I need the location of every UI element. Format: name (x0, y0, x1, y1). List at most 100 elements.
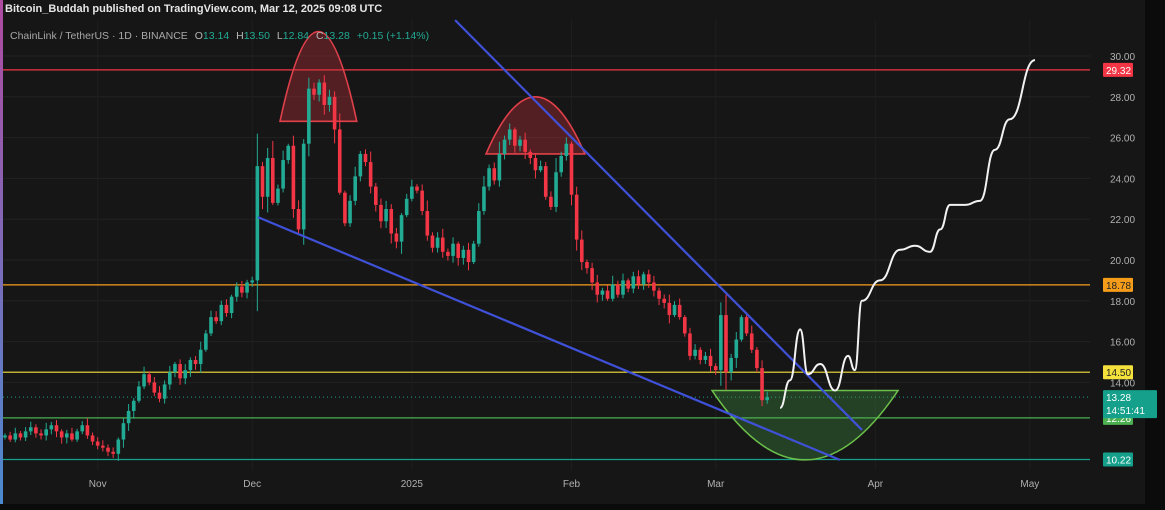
candle (126, 404, 131, 431)
candle (420, 184, 424, 216)
candle-body (523, 139, 527, 152)
candle (147, 371, 151, 386)
candle-body (569, 143, 574, 195)
candle (559, 151, 563, 177)
candle-body (173, 364, 177, 373)
top-arc-pattern (279, 31, 358, 123)
candle (157, 386, 162, 403)
candle (698, 347, 703, 365)
candle-body (698, 349, 703, 360)
candle (605, 285, 610, 301)
candle (657, 287, 661, 306)
price-tick-label: 22.00 (1110, 215, 1135, 226)
price-chart[interactable]: 30.00 28.00 26.00 24.00 22.00 20.00 18.00 16.00… (0, 0, 1165, 510)
candle-body (559, 155, 563, 173)
candle-body (95, 441, 100, 446)
candle-body (435, 237, 440, 248)
candle-body (229, 296, 234, 314)
candle (70, 427, 74, 442)
candle (8, 431, 12, 442)
candle-body (708, 355, 713, 367)
candle (348, 195, 352, 227)
candle-body (729, 357, 733, 373)
candle-body (214, 317, 218, 322)
candle-body (188, 359, 193, 371)
candle-body (183, 370, 188, 379)
candle (65, 429, 69, 444)
candle-body (85, 425, 90, 436)
change-value: +0.15 (+1.14%) (356, 30, 430, 42)
candle (3, 433, 7, 440)
candle-body (271, 158, 275, 203)
candle-body (749, 333, 754, 350)
candle (667, 294, 672, 324)
candle-body (75, 431, 79, 440)
candle-body (456, 243, 460, 258)
candle (54, 420, 59, 438)
price-tick-label: 16.00 (1110, 338, 1135, 349)
candle-body (198, 349, 203, 365)
candle (677, 298, 682, 320)
candle-body (466, 249, 471, 263)
candle-body (54, 425, 59, 432)
candle (152, 377, 157, 397)
candle (291, 135, 296, 218)
candle (178, 359, 182, 385)
candle (332, 91, 337, 144)
candle (487, 164, 491, 191)
candle-body (626, 280, 630, 289)
price-badge-label: 18.78 (1106, 281, 1131, 292)
candle (95, 437, 100, 450)
candle-body (518, 139, 522, 146)
candle-body (477, 211, 481, 244)
candle-body (574, 194, 579, 240)
candle (585, 259, 589, 274)
candle-body (683, 317, 687, 334)
low-value: 12.84 (282, 30, 310, 42)
candle-body (240, 286, 244, 293)
candle (240, 280, 244, 298)
candle-body (487, 168, 491, 187)
candle (724, 294, 728, 390)
candle (533, 152, 538, 179)
candle (595, 274, 600, 303)
candle-body (528, 151, 533, 158)
candle (296, 200, 301, 235)
candle (652, 275, 656, 297)
price-tick-label: 26.00 (1110, 134, 1135, 145)
candle (580, 230, 584, 271)
candle-body (451, 243, 455, 256)
time-tick-label: Feb (563, 479, 581, 490)
candle-body (719, 315, 723, 371)
candle (616, 280, 620, 298)
symbol-legend: ChainLink / TetherUS · 1D · BINANCE O13.… (10, 30, 429, 42)
price-badge: 18.78 (1103, 277, 1133, 292)
candle (198, 341, 203, 373)
candle-body (348, 200, 352, 224)
candle (574, 186, 579, 251)
candle (693, 344, 697, 360)
candle (101, 440, 105, 452)
candle (39, 429, 43, 440)
candle-body (322, 82, 327, 105)
candle-body (502, 139, 507, 154)
candle-body (713, 366, 718, 371)
candle-body (631, 276, 636, 289)
candle-body (245, 282, 249, 293)
candle-body (23, 431, 28, 438)
candle (394, 227, 399, 249)
candle (142, 366, 146, 390)
candle (492, 162, 497, 185)
time-tick-label: Dec (243, 479, 261, 490)
candle (85, 418, 90, 439)
price-tick-label: 18.00 (1110, 297, 1135, 308)
candle-body (250, 280, 254, 283)
candle (337, 113, 342, 195)
candle (554, 158, 558, 213)
candle-body (142, 374, 146, 387)
candle-body (497, 153, 502, 181)
candle-body (538, 166, 543, 171)
candle-body (652, 282, 656, 291)
candle (116, 437, 121, 461)
candle-body (636, 276, 641, 285)
